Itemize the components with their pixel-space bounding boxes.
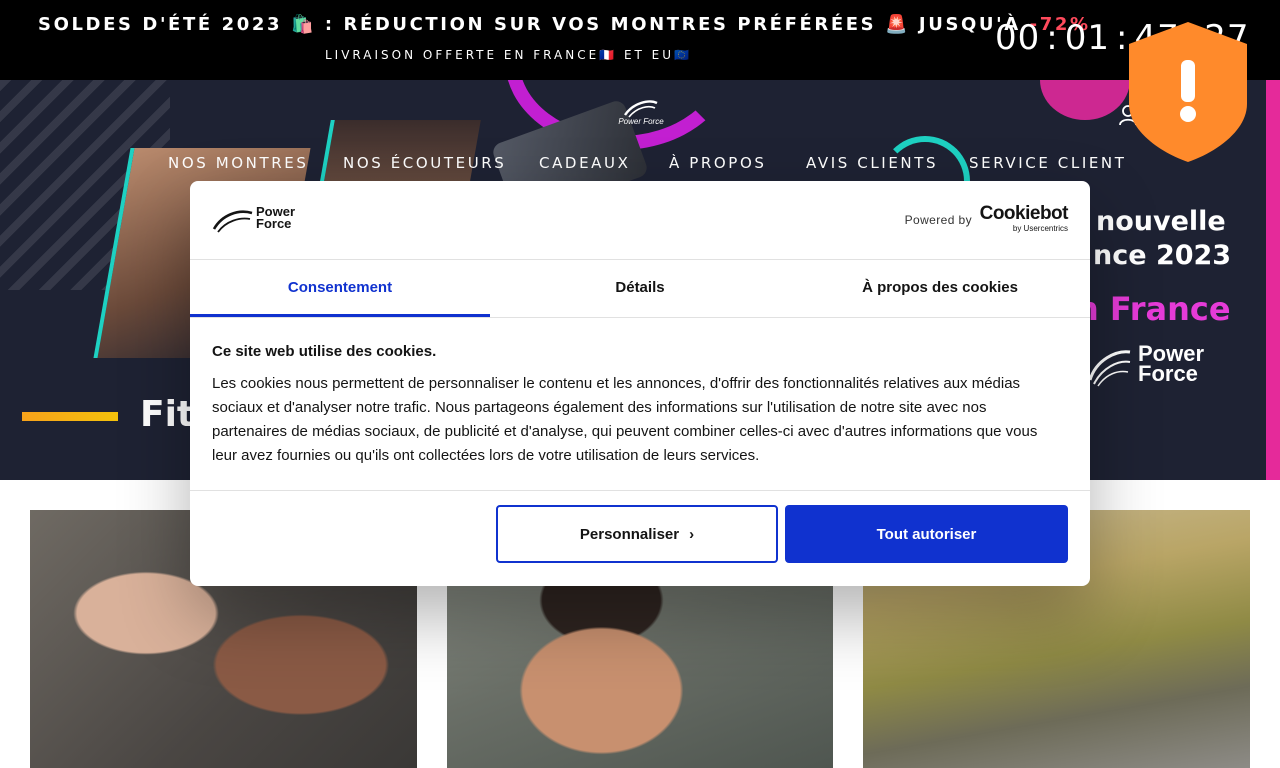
customize-button-label: Personnaliser: [579, 525, 680, 543]
countdown-minutes: 01: [1064, 18, 1110, 58]
nav-item-avis-clients[interactable]: AVIS CLIENTS: [806, 154, 938, 172]
hero-decor-circle: [1040, 80, 1130, 120]
hero-title-line-2: nce 2023: [1093, 240, 1232, 271]
dialog-brand-line-2: Force: [256, 216, 292, 231]
hero-decor-bar: [1266, 80, 1280, 480]
tab-details[interactable]: Détails: [490, 260, 790, 317]
nav-item-ecouteurs[interactable]: NOS ÉCOUTEURS: [343, 154, 506, 172]
chevron-right-icon: ›: [689, 525, 695, 543]
powered-by-label: Powered by: [904, 213, 972, 227]
hero-title-line-3: n France: [1076, 290, 1231, 328]
logo-swoosh-icon: [624, 100, 658, 118]
nav-item-a-propos[interactable]: À PROPOS: [669, 154, 766, 172]
cookiebot-sub: by Usercentrics: [1012, 224, 1068, 233]
brand-swoosh-icon: [1088, 350, 1131, 387]
promo-bar: SOLDES D'ÉTÉ 2023 🛍️ : RÉDUCTION SUR VOS…: [0, 0, 1280, 80]
customize-button[interactable]: Personnaliser ›: [496, 505, 778, 563]
promo-headline: SOLDES D'ÉTÉ 2023 🛍️ : RÉDUCTION SUR VOS…: [38, 14, 1091, 35]
countdown-separator: :: [1046, 18, 1059, 58]
cookiebot-logo[interactable]: Cookiebot by Usercentrics: [979, 203, 1069, 234]
divider: [190, 490, 1090, 491]
site-logo-text: Power Force: [618, 117, 664, 126]
alert-shield-icon[interactable]: [1127, 20, 1249, 164]
nav-item-cadeaux[interactable]: CADEAUX: [539, 154, 630, 172]
hero-brand-logo: Power Force: [1086, 342, 1216, 392]
nav-item-montres[interactable]: NOS MONTRES: [168, 154, 308, 172]
dialog-body-text: Les cookies nous permettent de personnal…: [212, 375, 1038, 464]
cookie-consent-dialog: Power Force Powered by Cookiebot by User…: [190, 181, 1090, 586]
nav-item-service-client[interactable]: SERVICE CLIENT: [969, 154, 1127, 172]
hero-brand-line-2: Force: [1138, 361, 1198, 386]
divider: [190, 317, 1090, 318]
promo-headline-text: SOLDES D'ÉTÉ 2023 🛍️ : RÉDUCTION SUR VOS…: [38, 14, 1021, 35]
tab-a-propos-cookies[interactable]: À propos des cookies: [790, 260, 1090, 317]
countdown-hours: 00: [995, 18, 1041, 58]
promo-subline: LIVRAISON OFFERTE EN FRANCE🇫🇷 ET EU🇪🇺: [325, 48, 692, 62]
main-nav: NOS MONTRES NOS ÉCOUTEURS CADEAUX À PROP…: [0, 154, 1280, 178]
dialog-brand-logo: Power Force: [212, 205, 302, 235]
hero-decor-line: [22, 412, 118, 421]
cookiebot-name: Cookiebot: [979, 203, 1069, 224]
tab-consentement[interactable]: Consentement: [190, 260, 490, 317]
site-logo[interactable]: Power Force: [611, 97, 671, 135]
hero-brand-text: Power Force: [1138, 343, 1204, 386]
brand-swoosh-icon: [212, 210, 253, 233]
allow-all-button[interactable]: Tout autoriser: [785, 505, 1068, 563]
dialog-heading: Ce site web utilise des cookies.: [212, 343, 437, 360]
hero-title-line-1: nouvelle: [1096, 206, 1226, 237]
dialog-brand-text: Power Force: [256, 205, 295, 231]
